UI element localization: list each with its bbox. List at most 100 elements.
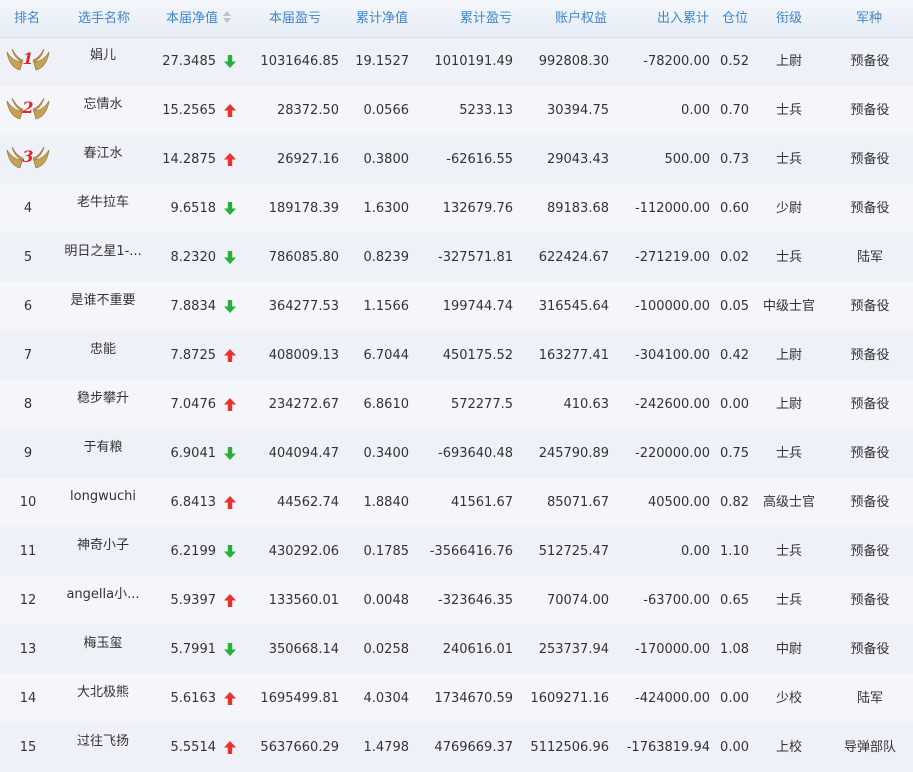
- equity-value: 410.63: [563, 397, 610, 412]
- player-name[interactable]: 是谁不重要: [48, 282, 158, 331]
- table-row[interactable]: 4 老牛拉车 9.6518 189178.39 1.6300 132679.76 89183…: [0, 184, 913, 233]
- table-row[interactable]: 8 稳步攀升 7.0476 234272.67 6.8610 572277.5 410.63…: [0, 380, 913, 429]
- pnl-value: 28372.50: [276, 103, 339, 118]
- player-name[interactable]: 过往飞扬: [48, 723, 158, 772]
- rank-title: 少校: [775, 691, 802, 706]
- equity-value: 29043.43: [546, 152, 609, 167]
- branch-value: 预备役: [850, 642, 890, 657]
- player-name[interactable]: 神奇小子: [48, 527, 158, 576]
- sort-icon[interactable]: [223, 11, 232, 23]
- header-title[interactable]: 衔级: [776, 0, 802, 37]
- player-name[interactable]: 娟儿: [48, 37, 158, 86]
- header-cum-pnl[interactable]: 累计盈亏: [460, 0, 512, 37]
- player-name[interactable]: 忠能: [48, 331, 158, 380]
- flow-value: -170000.00: [635, 642, 710, 657]
- cum-pnl-value: 4769669.37: [434, 740, 513, 755]
- flow-value: 500.00: [664, 152, 711, 167]
- position-value: 0.65: [720, 593, 749, 608]
- player-name[interactable]: 于有粮: [48, 429, 158, 478]
- pnl-value: 1695499.81: [260, 691, 339, 706]
- leaderboard: 排名 选手名称 本届净值 本届盈亏 累计净值 累计盈亏 账户权益 出入累计 仓位…: [0, 0, 913, 770]
- table-row[interactable]: 15 过往飞扬 5.5514 5637660.29 1.4798 4769669.37 51…: [0, 723, 913, 772]
- position-value: 0.60: [720, 201, 749, 216]
- rank-title: 士兵: [775, 544, 802, 559]
- pnl-value: 234272.67: [268, 397, 339, 412]
- pnl-value: 404094.47: [268, 446, 339, 461]
- rank-number: 8: [23, 397, 33, 412]
- header-pnl[interactable]: 本届盈亏: [269, 0, 321, 37]
- header-name[interactable]: 选手名称: [78, 0, 130, 37]
- arrow-up-icon: [224, 692, 236, 705]
- equity-value: 316545.64: [538, 299, 609, 314]
- header-cum-nav[interactable]: 累计净值: [356, 0, 408, 37]
- cum-nav-value: 0.0258: [363, 642, 410, 657]
- branch-value: 陆军: [856, 691, 883, 706]
- branch-value: 预备役: [850, 152, 890, 167]
- table-row[interactable]: 3 春江水 14.2875 26927.16 0.3800 -62616.55 29043.…: [0, 135, 913, 184]
- cum-nav-value: 4.0304: [363, 691, 410, 706]
- table-row[interactable]: 7 忠能 7.8725 408009.13 6.7044 450175.52 163277.…: [0, 331, 913, 380]
- rank-title: 少尉: [775, 201, 802, 216]
- nav-value: 5.5514: [170, 740, 217, 755]
- equity-value: 70074.00: [546, 593, 609, 608]
- rank-title: 上尉: [775, 54, 802, 69]
- header-position[interactable]: 仓位: [722, 0, 748, 37]
- equity-value: 512725.47: [538, 544, 609, 559]
- nav-value: 15.2565: [162, 103, 216, 118]
- rank-title: 士兵: [775, 103, 802, 118]
- table-row[interactable]: 1 娟儿 27.3485 1031646.85 19.1527 1010191.49 992…: [0, 37, 913, 86]
- position-value: 0.00: [720, 397, 749, 412]
- table-row[interactable]: 11 神奇小子 6.2199 430292.06 0.1785 -3566416.76 51…: [0, 527, 913, 576]
- table-row[interactable]: 10 longwuchi 6.8413 44562.74 1.8840 41561.67 8…: [0, 478, 913, 527]
- table-row[interactable]: 2 忘情水 15.2565 28372.50 0.0566 5233.13 30394.75…: [0, 86, 913, 135]
- player-name[interactable]: 大北极熊: [48, 674, 158, 723]
- equity-value: 992808.30: [538, 54, 609, 69]
- player-name[interactable]: angella小...: [48, 576, 158, 625]
- medal-rank-1-icon: 1: [6, 48, 50, 71]
- position-value: 0.42: [720, 348, 749, 363]
- header-rank[interactable]: 排名: [14, 0, 40, 37]
- pnl-value: 44562.74: [276, 495, 339, 510]
- branch-value: 预备役: [850, 54, 890, 69]
- branch-value: 预备役: [850, 495, 890, 510]
- cum-pnl-value: 450175.52: [442, 348, 513, 363]
- arrow-up-icon: [224, 349, 236, 362]
- rank-title: 中尉: [775, 642, 802, 657]
- header-branch[interactable]: 军种: [856, 0, 882, 37]
- medal-rank-3-icon: 3: [6, 146, 50, 169]
- player-name[interactable]: 明日之星1-...: [48, 233, 158, 282]
- table-row[interactable]: 13 梅玉玺 5.7991 350668.14 0.0258 240616.01 25373…: [0, 625, 913, 674]
- equity-value: 5112506.96: [530, 740, 609, 755]
- cum-pnl-value: -327571.81: [438, 250, 513, 265]
- player-name[interactable]: longwuchi: [48, 478, 158, 527]
- rank-title: 上校: [775, 740, 802, 755]
- arrow-up-icon: [224, 153, 236, 166]
- table-row[interactable]: 12 angella小... 5.9397 133560.01 0.0048 -32364…: [0, 576, 913, 625]
- table-row[interactable]: 14 大北极熊 5.6163 1695499.81 4.0304 1734670.59 16…: [0, 674, 913, 723]
- table-row[interactable]: 9 于有粮 6.9041 404094.47 0.3400 -693640.48 24579…: [0, 429, 913, 478]
- header-nav[interactable]: 本届净值: [166, 0, 232, 37]
- player-name[interactable]: 老牛拉车: [48, 184, 158, 233]
- rank-number: 4: [23, 201, 33, 216]
- nav-value: 6.9041: [170, 446, 217, 461]
- player-name[interactable]: 稳步攀升: [48, 380, 158, 429]
- nav-value: 9.6518: [170, 201, 217, 216]
- flow-value: -78200.00: [643, 54, 710, 69]
- player-name[interactable]: 春江水: [48, 135, 158, 184]
- cum-pnl-value: 1010191.49: [434, 54, 513, 69]
- cum-pnl-value: -3566416.76: [429, 544, 513, 559]
- header-equity[interactable]: 账户权益: [555, 0, 607, 37]
- flow-value: -304100.00: [635, 348, 710, 363]
- branch-value: 预备役: [850, 446, 890, 461]
- pnl-value: 430292.06: [268, 544, 339, 559]
- table-row[interactable]: 5 明日之星1-... 8.2320 786085.80 0.8239 -327571.8…: [0, 233, 913, 282]
- header-flow[interactable]: 出入累计: [657, 0, 709, 37]
- table-row[interactable]: 6 是谁不重要 7.8834 364277.53 1.1566 199744.74 3165…: [0, 282, 913, 331]
- player-name[interactable]: 忘情水: [48, 86, 158, 135]
- flow-value: -112000.00: [635, 201, 710, 216]
- position-value: 0.02: [720, 250, 749, 265]
- cum-nav-value: 0.0048: [363, 593, 410, 608]
- player-name[interactable]: 梅玉玺: [48, 625, 158, 674]
- arrow-up-icon: [224, 496, 236, 509]
- arrow-up-icon: [224, 594, 236, 607]
